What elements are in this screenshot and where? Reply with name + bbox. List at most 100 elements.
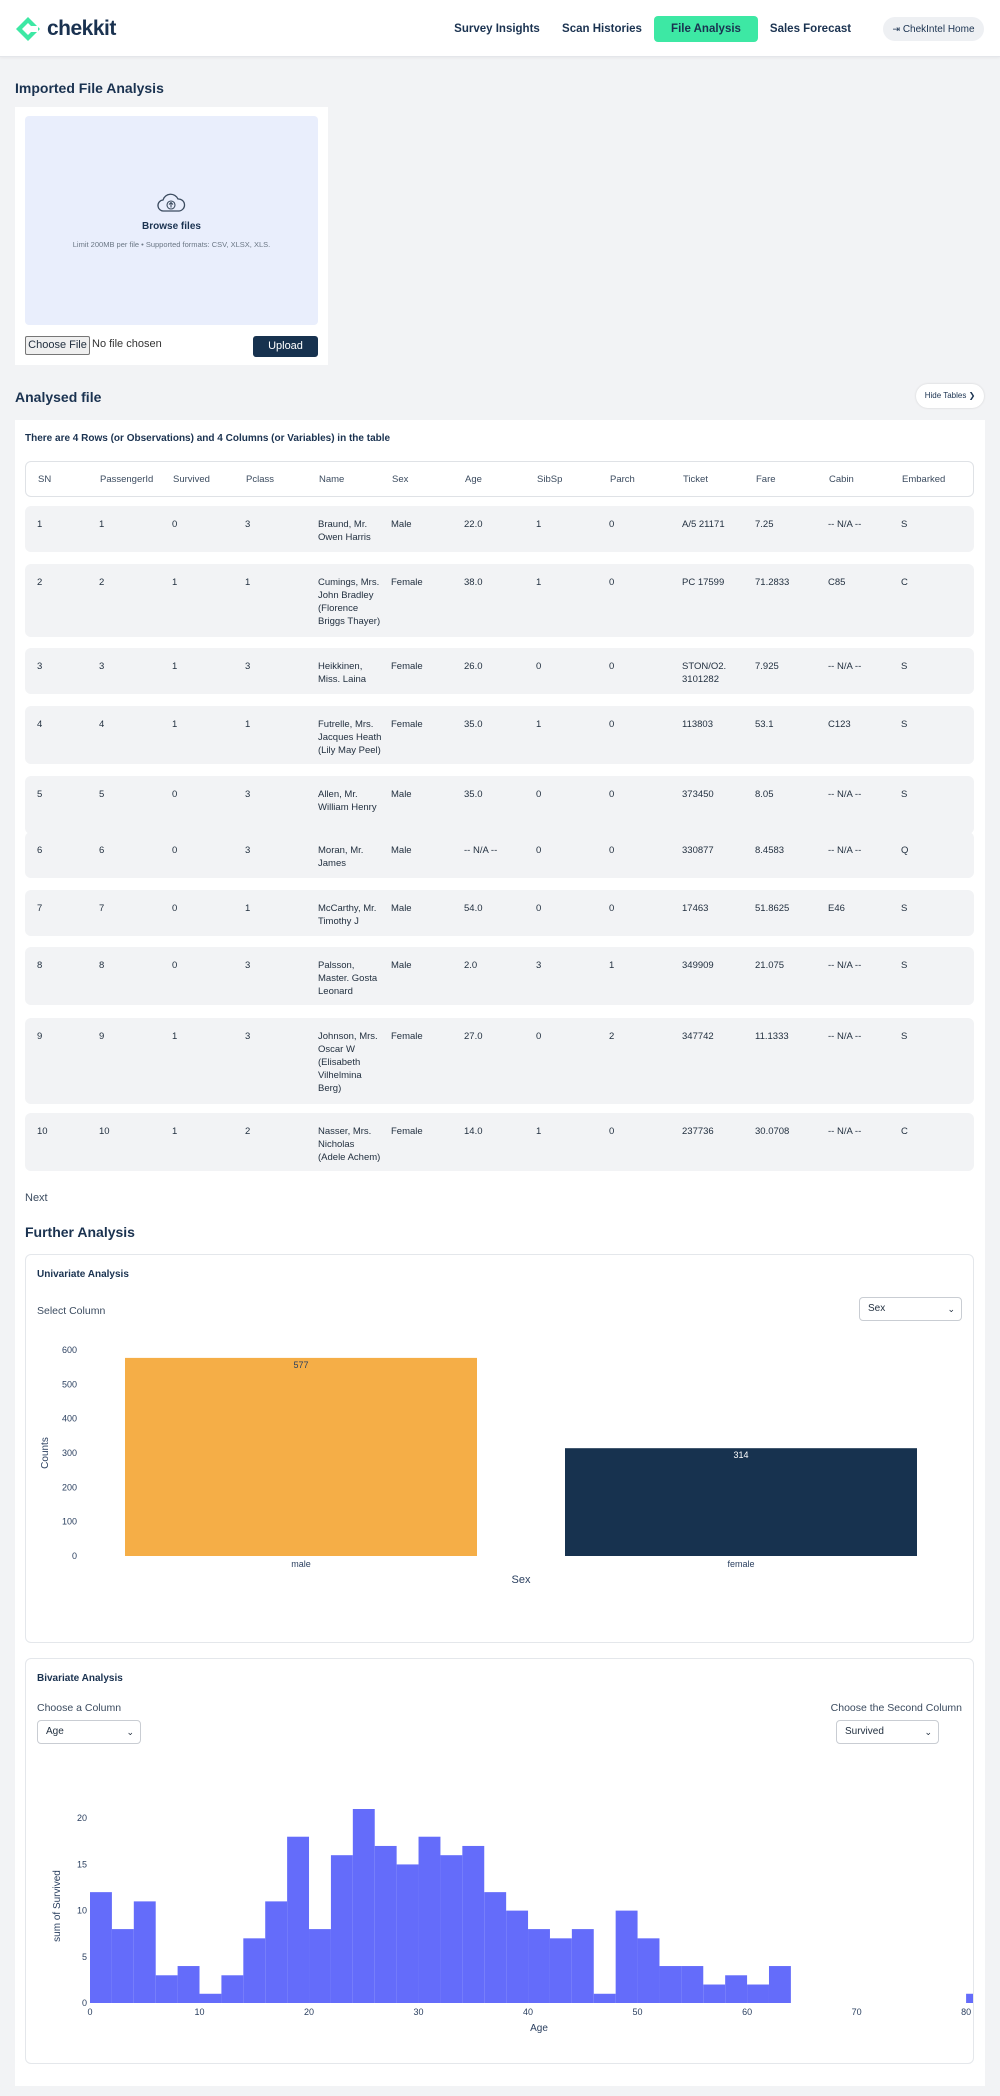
cell-name: Moran, Mr. James	[318, 845, 364, 869]
cell-embarked: S	[901, 903, 908, 914]
x-tick-label: female	[727, 1559, 754, 1569]
cell-parch: 2	[609, 1031, 615, 1042]
cell-pclass: 3	[245, 789, 251, 800]
cell-sn: 1	[37, 519, 43, 530]
cell-parch: 1	[609, 960, 615, 971]
table-row: 8 8 0 3 Palsson, Master. Gosta Leonard Male 2.…	[25, 947, 974, 1005]
first-column-select[interactable]: Age ⌄	[37, 1720, 141, 1744]
chevron-down-icon: ❯	[968, 391, 976, 400]
cell-survived: 1	[172, 577, 178, 588]
cell-sn: 8	[37, 960, 43, 971]
cell-passengerid: 1	[99, 519, 105, 530]
cell-fare: 8.4583	[755, 845, 785, 856]
histogram-bar	[593, 1993, 616, 2003]
cell-age: -- N/A --	[464, 845, 498, 856]
histogram-bar	[330, 1855, 353, 2003]
cell-name: Cumings, Mrs. John Bradley (Florence Bri…	[318, 577, 381, 627]
histogram-bar	[177, 1966, 200, 2003]
cell-embarked: S	[901, 1031, 908, 1042]
histogram-bar	[396, 1864, 419, 2003]
chekkit-logo-icon	[16, 17, 40, 41]
cell-name: McCarthy, Mr. Timothy J	[318, 903, 377, 927]
cell-sex: Female	[391, 1126, 423, 1137]
y-axis-title: sum of Survived	[52, 1870, 63, 1942]
col-header-survived: Survived	[173, 474, 210, 485]
brand-logo[interactable]: chekkit	[15, 16, 116, 42]
hide-tables-label: Hide Tables	[924, 391, 967, 400]
nav-file-analysis[interactable]: File Analysis	[654, 16, 758, 42]
data-label: 577	[293, 1360, 308, 1370]
cell-sibsp: 1	[536, 1126, 542, 1137]
col-header-sex: Sex	[392, 474, 409, 485]
x-tick-label: 70	[852, 2007, 862, 2017]
histogram-bar	[703, 1984, 726, 2003]
cell-sn: 10	[37, 1126, 48, 1137]
cell-name: Futrelle, Mrs. Jacques Heath (Lily May P…	[318, 719, 382, 756]
cell-passengerid: 3	[99, 661, 105, 672]
cell-passengerid: 5	[99, 789, 105, 800]
cell-passengerid: 6	[99, 845, 105, 856]
nav-survey-insights[interactable]: Survey Insights	[449, 16, 545, 42]
cell-cabin: -- N/A --	[828, 789, 862, 800]
cell-sex: Male	[391, 845, 412, 856]
col-header-sibsp: SibSp	[537, 474, 563, 485]
second-column-label: Choose the Second Column	[830, 1702, 962, 1714]
histogram-bar	[681, 1966, 704, 2003]
brand-name: chekkit	[47, 17, 116, 40]
x-tick-label: male	[291, 1559, 311, 1569]
next-page-link[interactable]: Next	[25, 1192, 48, 1204]
cell-ticket: 347742	[682, 1031, 714, 1042]
chekintel-home-button[interactable]: ⇥ ChekIntel Home	[883, 17, 984, 41]
cell-fare: 71.2833	[755, 577, 790, 588]
imported-file-title: Imported File Analysis	[15, 80, 164, 96]
cell-age: 35.0	[464, 719, 483, 730]
cell-pclass: 3	[245, 661, 251, 672]
second-column-select[interactable]: Survived ⌄	[836, 1720, 939, 1744]
file-dropzone[interactable]: Browse files Limit 200MB per file • Supp…	[25, 116, 318, 325]
x-tick-label: 20	[304, 2007, 314, 2017]
cell-embarked: C	[901, 1126, 908, 1137]
col-header-name: Name	[319, 474, 345, 485]
univariate-selected-value: Sex	[868, 1303, 886, 1314]
histogram-bar	[571, 1929, 594, 2003]
nav-sales-forecast[interactable]: Sales Forecast	[763, 16, 858, 42]
cell-cabin: C123	[828, 719, 851, 730]
cell-sn: 9	[37, 1031, 43, 1042]
cell-ticket: A/5 21171	[682, 519, 725, 530]
cell-sex: Male	[391, 789, 412, 800]
cell-parch: 0	[609, 1126, 615, 1137]
table-header: SN PassengerId Survived Pclass Name Sex …	[25, 461, 974, 497]
histogram-bar	[637, 1938, 660, 2003]
chevron-down-icon: ⌄	[126, 1727, 134, 1737]
cell-age: 35.0	[464, 789, 483, 800]
histogram-bar	[747, 1984, 769, 2003]
cell-passengerid: 2	[99, 577, 105, 588]
histogram-bar	[549, 1938, 572, 2003]
y-tick-label: 400	[62, 1414, 77, 1424]
first-column-label: Choose a Column	[37, 1702, 122, 1714]
analysed-file-title: Analysed file	[15, 389, 102, 405]
upload-button[interactable]: Upload	[253, 336, 318, 357]
cell-ticket: 330877	[682, 845, 714, 856]
x-tick-label: 40	[523, 2007, 533, 2017]
cell-ticket: 349909	[682, 960, 714, 971]
chevron-down-icon: ⌄	[947, 1304, 955, 1314]
choose-file-button[interactable]: Choose File	[25, 336, 90, 355]
cell-parch: 0	[609, 577, 615, 588]
bivariate-histogram-chart: 0 5 10 15 20 0 10 20 30 40 50 60 70 80 Age sum of Survi…	[52, 1809, 973, 2034]
histogram-bar	[615, 1910, 638, 2003]
x-axis-title: Age	[530, 2023, 548, 2034]
histogram-bar	[659, 1966, 682, 2003]
cell-sex: Female	[391, 1031, 423, 1042]
cell-embarked: S	[901, 719, 908, 730]
cell-embarked: Q	[901, 845, 909, 856]
nav-scan-histories[interactable]: Scan Histories	[555, 16, 649, 42]
browse-files-label: Browse files	[142, 221, 201, 232]
logout-icon: ⇥	[892, 24, 901, 34]
hide-tables-button[interactable]: Hide Tables ❯	[916, 384, 984, 408]
cell-fare: 8.05	[755, 789, 774, 800]
select-column-label: Select Column	[37, 1305, 106, 1317]
upload-limit-text: Limit 200MB per file • Supported formats…	[72, 240, 271, 249]
histogram-bar	[309, 1929, 331, 2003]
univariate-column-select[interactable]: Sex ⌄	[859, 1297, 962, 1321]
